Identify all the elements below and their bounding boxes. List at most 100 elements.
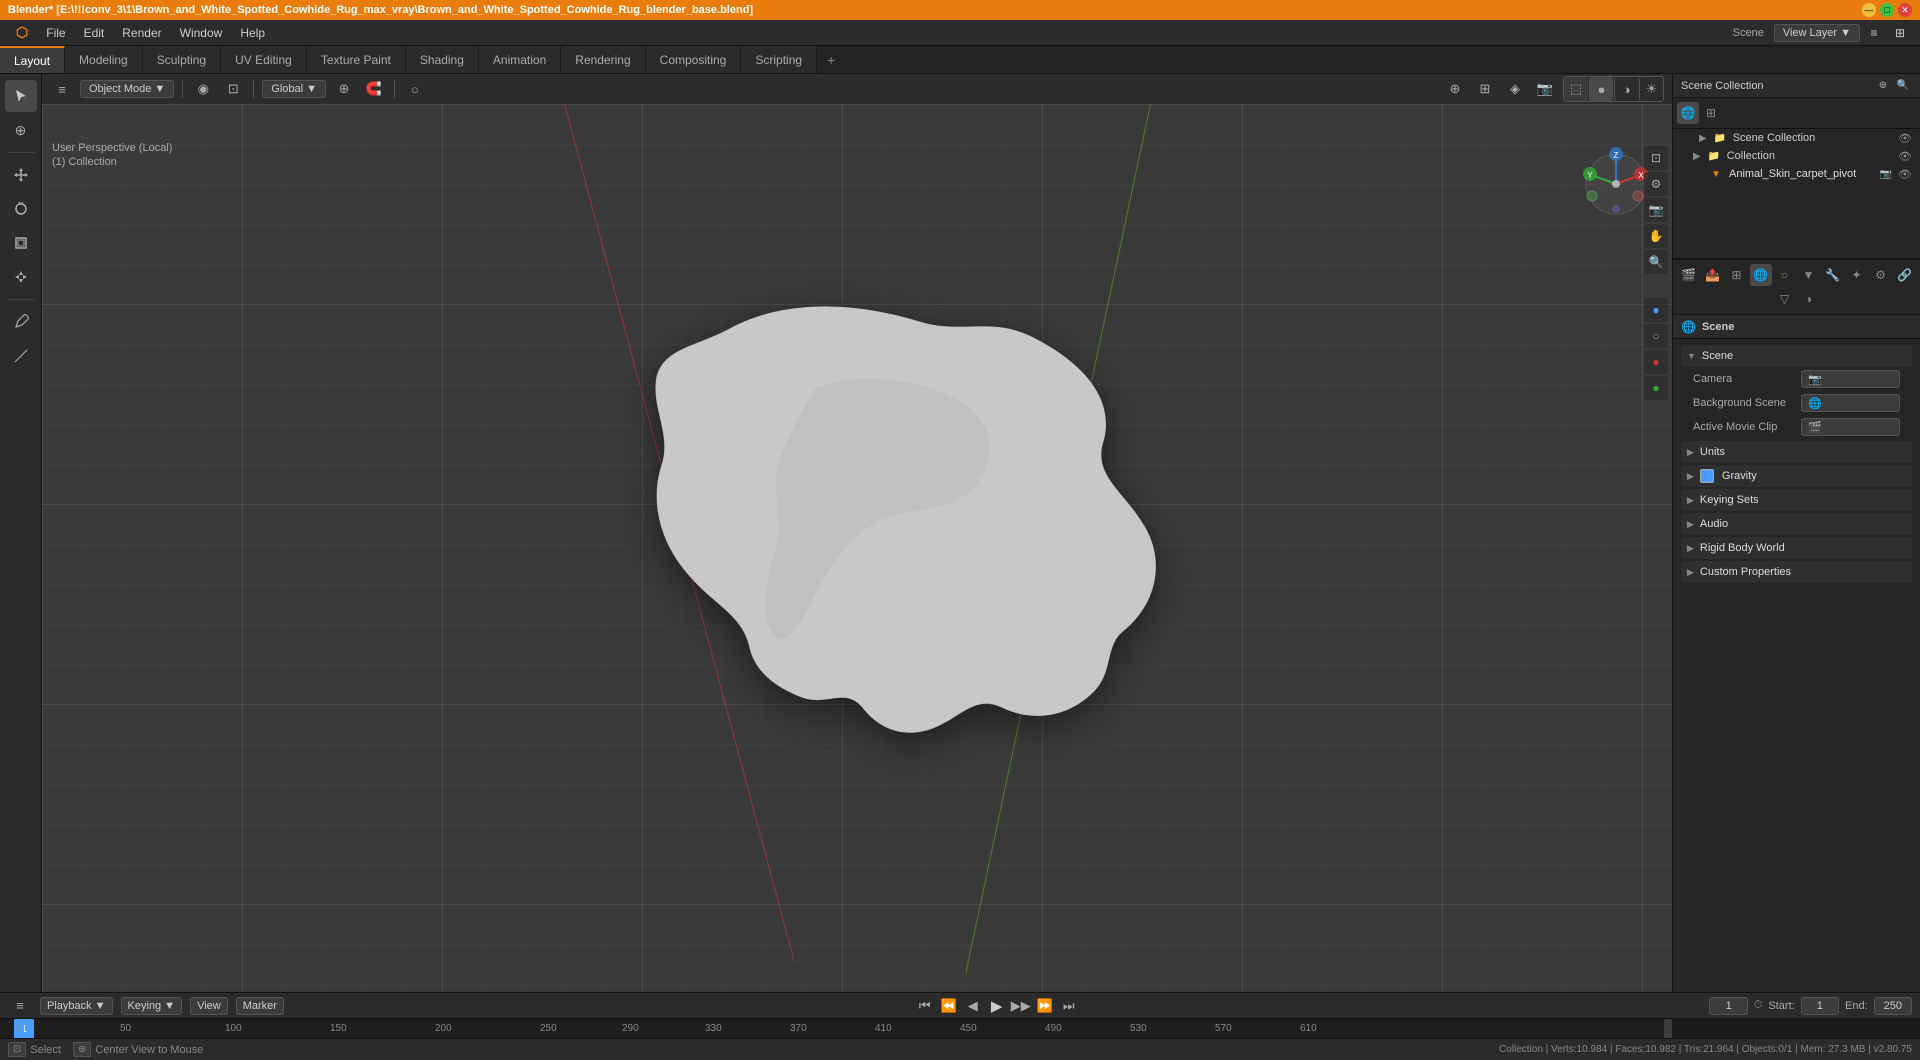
outliner-icon-view-layer[interactable]: ⊞ xyxy=(1700,102,1722,124)
outliner-collection[interactable]: ▶ 📁 Collection 👁 xyxy=(1673,147,1920,165)
object-mode-dropdown[interactable]: Object Mode ▼ xyxy=(80,80,174,98)
viewport-menu-icon[interactable]: ≡ xyxy=(50,77,74,101)
viewport[interactable]: ≡ Object Mode ▼ ◉ ⊡ Global ▼ ⊕ 🧲 ○ ⊕ ⊞ ◈… xyxy=(42,74,1672,992)
annotate-tool-icon[interactable] xyxy=(5,306,37,338)
tab-rendering[interactable]: Rendering xyxy=(561,46,645,73)
rotate-tool-icon[interactable] xyxy=(5,193,37,225)
menu-window[interactable]: Window xyxy=(172,24,231,42)
add-workspace-button[interactable]: + xyxy=(817,46,845,73)
data-props-icon[interactable]: ▽ xyxy=(1774,288,1796,310)
solid-shading-btn[interactable]: ● xyxy=(1589,77,1613,101)
tab-animation[interactable]: Animation xyxy=(479,46,561,73)
move-tool-icon[interactable] xyxy=(5,159,37,191)
active-movie-clip-value[interactable]: 🎬 xyxy=(1801,418,1900,436)
render-props-icon[interactable]: 🎬 xyxy=(1678,264,1700,286)
material-props-icon[interactable]: ◑ xyxy=(1798,288,1820,310)
measure-tool-icon[interactable] xyxy=(5,340,37,372)
view-layer-btn[interactable]: View Layer ▼ xyxy=(1774,24,1860,42)
keying-dropdown[interactable]: Keying ▼ xyxy=(121,997,183,1015)
nav-orbit-icon[interactable]: ○ xyxy=(1644,324,1668,348)
timeline-scrollbar[interactable] xyxy=(1664,1019,1672,1038)
jump-end-button[interactable]: ⏭ xyxy=(1058,995,1080,1017)
header-icon-2[interactable]: ⊞ xyxy=(1888,21,1912,45)
rendered-shading-btn[interactable]: ☀ xyxy=(1639,77,1663,101)
viewport-settings-icon[interactable]: ⚙ xyxy=(1644,172,1668,196)
tab-shading[interactable]: Shading xyxy=(406,46,479,73)
menu-render[interactable]: Render xyxy=(114,24,169,42)
modifier-props-icon[interactable]: 🔧 xyxy=(1822,264,1844,286)
eye-icon-object[interactable]: 👁 xyxy=(1898,168,1912,181)
snap-icon[interactable]: 🧲 xyxy=(362,77,386,101)
viewport-shading-wire-icon[interactable]: ⊡ xyxy=(221,77,245,101)
proportional-edit-icon[interactable]: ○ xyxy=(403,77,427,101)
blender-logo-menu[interactable]: ⬡ xyxy=(8,22,36,43)
keying-sets-section-header[interactable]: ▶ Keying Sets xyxy=(1681,489,1912,511)
jump-start-button[interactable]: ⏮ xyxy=(914,995,936,1017)
units-section-header[interactable]: ▶ Units xyxy=(1681,441,1912,463)
outliner-filter-icon[interactable]: ⊕ xyxy=(1874,77,1892,95)
outliner-animal-skin[interactable]: ▼ Animal_Skin_carpet_pivot 📷 👁 xyxy=(1673,165,1920,183)
camera-value[interactable]: 📷 xyxy=(1801,370,1900,388)
viewport-gizmo-icon[interactable]: ⊞ xyxy=(1473,77,1497,101)
playback-dropdown[interactable]: Playback ▼ xyxy=(40,997,113,1015)
custom-properties-section-header[interactable]: ▶ Custom Properties xyxy=(1681,561,1912,583)
eye-icon-scene[interactable]: 👁 xyxy=(1898,132,1912,145)
outliner-search-icon[interactable]: 🔍 xyxy=(1894,77,1912,95)
physics-props-icon[interactable]: ⚙ xyxy=(1870,264,1892,286)
gravity-checkbox[interactable] xyxy=(1700,469,1714,483)
tab-modeling[interactable]: Modeling xyxy=(65,46,143,73)
tab-texture-paint[interactable]: Texture Paint xyxy=(307,46,406,73)
background-scene-value[interactable]: 🌐 xyxy=(1801,394,1900,412)
hand-pan-icon[interactable]: ✋ xyxy=(1644,224,1668,248)
render-region-icon[interactable]: 📷 xyxy=(1644,198,1668,222)
maximize-button[interactable]: □ xyxy=(1880,3,1894,17)
close-button[interactable]: ✕ xyxy=(1898,3,1912,17)
rug-mesh[interactable] xyxy=(507,262,1207,782)
step-back-button[interactable]: ⏪ xyxy=(938,995,960,1017)
viewport-camera-icon[interactable]: 📷 xyxy=(1533,77,1557,101)
num-keypad-icon[interactable]: ● xyxy=(1644,298,1668,322)
frame-back-button[interactable]: ◀ xyxy=(962,995,984,1017)
cursor-tool-icon[interactable]: ⊕ xyxy=(5,114,37,146)
viewport-shading-icon[interactable]: ◉ xyxy=(191,77,215,101)
play-button[interactable]: ▶ xyxy=(986,995,1008,1017)
timeline-numbers-row[interactable]: 1 1 50 100 150 200 250 290 330 370 410 4… xyxy=(0,1018,1672,1038)
outliner-content[interactable]: ▶ 📁 Scene Collection 👁 ▶ 📁 Collection 👁 … xyxy=(1673,129,1920,259)
outliner-scene-collection[interactable]: ▶ 📁 Scene Collection 👁 xyxy=(1673,129,1920,147)
eye-icon-collection[interactable]: 👁 xyxy=(1898,150,1912,163)
view-layer-props-icon[interactable]: ⊞ xyxy=(1726,264,1748,286)
end-frame-input[interactable]: 250 xyxy=(1874,997,1912,1015)
menu-file[interactable]: File xyxy=(38,24,73,42)
scale-tool-icon[interactable] xyxy=(5,227,37,259)
properties-content[interactable]: ▼ Scene Camera 📷 Background Scene 🌐 xyxy=(1673,339,1920,992)
tab-sculpting[interactable]: Sculpting xyxy=(143,46,221,73)
audio-section-header[interactable]: ▶ Audio xyxy=(1681,513,1912,535)
timeline-menu-icon[interactable]: ≡ xyxy=(8,994,32,1018)
viewport-render-icon[interactable]: ◈ xyxy=(1503,77,1527,101)
step-forward-button[interactable]: ⏩ xyxy=(1034,995,1056,1017)
viewport-overlay-icon[interactable]: ⊕ xyxy=(1443,77,1467,101)
nav-zoom-icon[interactable]: ● xyxy=(1644,350,1668,374)
tab-compositing[interactable]: Compositing xyxy=(646,46,742,73)
tab-uv-editing[interactable]: UV Editing xyxy=(221,46,307,73)
transform-global-dropdown[interactable]: Global ▼ xyxy=(262,80,326,98)
minimize-button[interactable]: — xyxy=(1862,3,1876,17)
current-frame-input[interactable]: 1 xyxy=(1709,997,1747,1015)
menu-help[interactable]: Help xyxy=(232,24,273,42)
world-props-icon[interactable]: ○ xyxy=(1774,264,1796,286)
menu-edit[interactable]: Edit xyxy=(76,24,113,42)
particles-props-icon[interactable]: ✦ xyxy=(1846,264,1868,286)
marker-dropdown[interactable]: Marker xyxy=(236,997,284,1015)
scene-props-icon[interactable]: 🌐 xyxy=(1750,264,1772,286)
header-icon-1[interactable]: ≡ xyxy=(1862,21,1886,45)
camera-restrict-icon[interactable]: 📷 xyxy=(1880,169,1892,180)
material-shading-btn[interactable]: ◑ xyxy=(1614,77,1638,101)
zoom-icon[interactable]: 🔍 xyxy=(1644,250,1668,274)
scene-section-header[interactable]: ▼ Scene xyxy=(1681,345,1912,367)
object-props-icon[interactable]: ▼ xyxy=(1798,264,1820,286)
tab-layout[interactable]: Layout xyxy=(0,46,65,73)
tab-scripting[interactable]: Scripting xyxy=(741,46,817,73)
start-frame-input[interactable]: 1 xyxy=(1801,997,1839,1015)
zoom-to-fit-icon[interactable]: ⊡ xyxy=(1644,146,1668,170)
gravity-section-header[interactable]: ▶ Gravity xyxy=(1681,465,1912,487)
